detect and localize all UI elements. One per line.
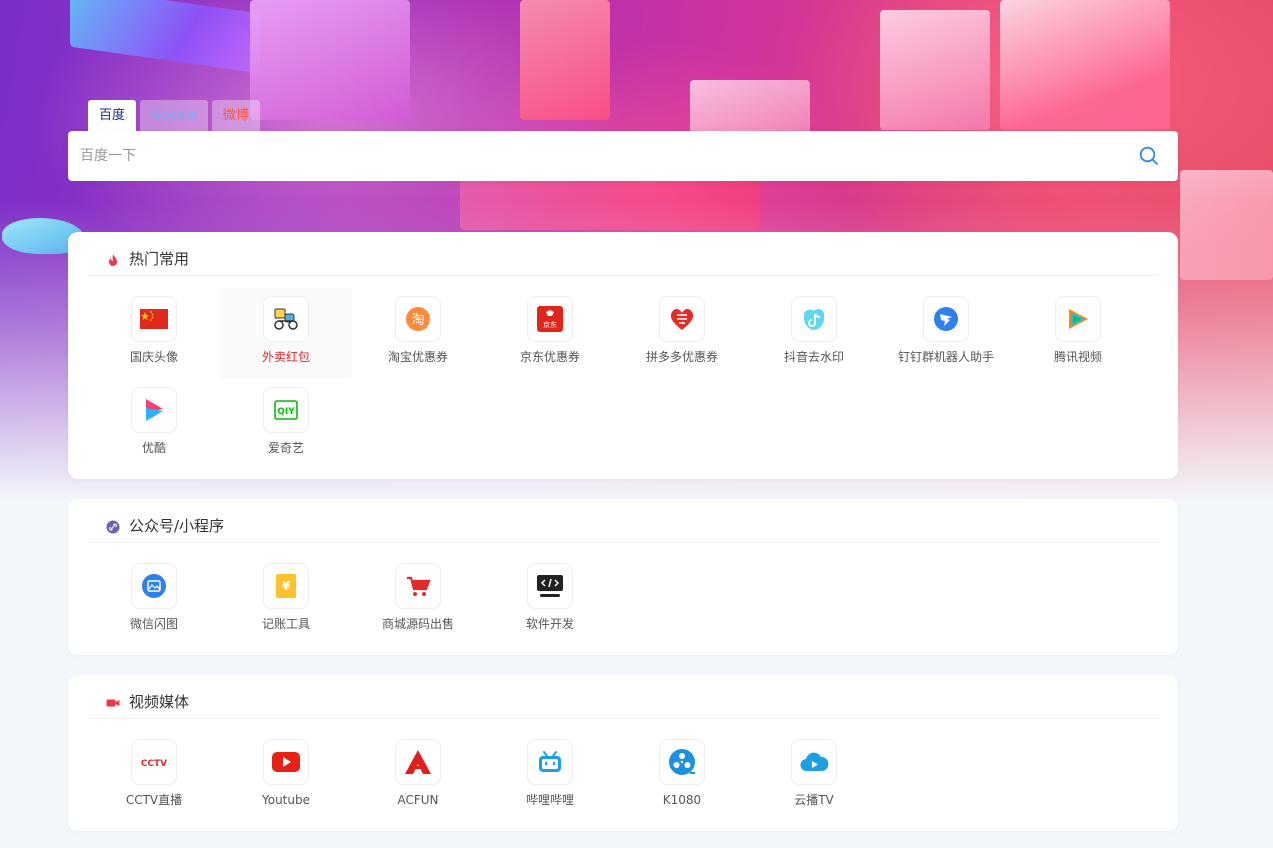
link-grid: 国庆头像 外卖红包 淘 淘宝优惠券 京东 京东优惠券 拼多多优惠券 抖音去水印 … [88,288,1144,470]
banner-decoration [520,0,610,120]
link-label: ACFUN [397,793,439,807]
banner-decoration [880,10,990,130]
link-label: CCTV直播 [125,793,183,807]
link-item-yunbo[interactable]: 云播TV [748,731,880,822]
link-label: 京东优惠券 [519,350,580,364]
section-title: 视频媒体 [129,693,190,711]
video-camera-icon [106,695,120,709]
code-icon [527,563,573,609]
link-item-guoqing[interactable]: 国庆头像 [88,288,220,379]
section-miniprogram: 公众号/小程序 微信闪图 ¥ 记账工具 商城源码出售 软件开发 [68,499,1178,655]
banner-decoration [460,180,760,230]
link-item-k1080[interactable]: K1080 [616,731,748,822]
taobao-icon: 淘 [395,296,441,342]
link-label: 微信闪图 [129,617,178,631]
film-reel-icon [659,739,705,785]
tab-google[interactable]: Google [140,100,208,131]
link-label: 记账工具 [261,617,310,631]
link-label: 云播TV [794,793,834,807]
search-icon[interactable] [1139,146,1159,166]
link-item-pdd[interactable]: 拼多多优惠券 [616,288,748,379]
link-label: 爱奇艺 [267,441,304,455]
svg-text:CCTV: CCTV [141,759,167,769]
link-item-tencent-video[interactable]: 腾讯视频 [1012,288,1144,379]
banner-decoration [250,0,410,120]
link-label: 腾讯视频 [1053,350,1102,364]
link-grid: CCTV CCTV直播 Youtube ACFUN 哔哩哔哩 K1080 云播T… [88,731,1144,822]
svg-text:¥: ¥ [282,579,291,593]
fire-icon [106,252,120,266]
image-icon [131,563,177,609]
svg-text:QIY: QIY [277,407,295,417]
shopping-cart-icon [395,563,441,609]
search-box [68,131,1178,181]
section-video-media: 视频媒体 CCTV CCTV直播 Youtube ACFUN 哔哩哔哩 K108… [68,675,1178,831]
cctv-icon: CCTV [131,739,177,785]
section-title: 热门常用 [129,250,190,268]
banner-decoration [70,0,260,74]
link-item-acfun[interactable]: ACFUN [352,731,484,822]
china-flag-icon [131,296,177,342]
banner-decoration [1180,170,1273,280]
ledger-icon: ¥ [263,563,309,609]
link-label: 软件开发 [525,617,574,631]
section-header: 热门常用 [88,248,1158,276]
link-item-software-dev[interactable]: 软件开发 [484,555,616,646]
link-item-douyin[interactable]: 抖音去水印 [748,288,880,379]
link-label: 商城源码出售 [381,617,454,631]
link-item-bilibili[interactable]: 哔哩哔哩 [484,731,616,822]
link-label: 哔哩哔哩 [525,793,574,807]
link-item-youku[interactable]: 优酷 [88,379,220,470]
search-input[interactable] [80,131,1120,181]
link-label: 拼多多优惠券 [645,350,718,364]
link-item-jizhang[interactable]: ¥ 记账工具 [220,555,352,646]
link-label: 淘宝优惠券 [387,350,448,364]
section-title: 公众号/小程序 [129,517,225,535]
link-label: Youtube [262,793,310,807]
delivery-scooter-icon [263,296,309,342]
link-label: 优酷 [141,441,166,455]
cloud-play-icon [791,739,837,785]
acfun-icon [395,739,441,785]
section-hot: 热门常用 国庆头像 外卖红包 淘 淘宝优惠券 京东 京东优惠券 拼多多优惠券 抖… [68,232,1178,479]
iqiyi-icon: QIY [263,387,309,433]
section-header: 视频媒体 [88,691,1158,719]
link-item-waimai[interactable]: 外卖红包 [220,288,352,379]
link-item-jd[interactable]: 京东 京东优惠券 [484,288,616,379]
link-grid: 微信闪图 ¥ 记账工具 商城源码出售 软件开发 [88,555,1144,646]
link-label: 外卖红包 [261,350,310,364]
dingtalk-icon [923,296,969,342]
jd-icon: 京东 [527,296,573,342]
tencent-video-icon [1055,296,1101,342]
banner-decoration [1000,0,1170,130]
link-item-taobao[interactable]: 淘 淘宝优惠券 [352,288,484,379]
link-label: 抖音去水印 [783,350,844,364]
link-item-dingtalk[interactable]: 钉钉群机器人助手 [880,288,1012,379]
link-item-shop-source[interactable]: 商城源码出售 [352,555,484,646]
link-item-youtube[interactable]: Youtube [220,731,352,822]
svg-text:淘: 淘 [411,313,424,328]
link-item-cctv[interactable]: CCTV CCTV直播 [88,731,220,822]
tab-weibo[interactable]: 微博 [211,100,260,131]
section-header: 公众号/小程序 [88,515,1158,543]
youku-icon [131,387,177,433]
pinduoduo-icon [659,296,705,342]
search-engine-tabs: 百度 Google 微博 [88,100,260,131]
link-item-iqiyi[interactable]: QIY 爱奇艺 [220,379,352,470]
link-label: K1080 [662,793,702,807]
youtube-icon [263,739,309,785]
link-label: 钉钉群机器人助手 [897,350,994,364]
link-item-weixin-shantu[interactable]: 微信闪图 [88,555,220,646]
bilibili-icon [527,739,573,785]
link-icon [106,519,120,534]
douyin-icon [791,296,837,342]
tab-google-label: Google [151,108,197,123]
link-label: 国庆头像 [129,350,178,364]
tab-baidu[interactable]: 百度 [88,100,137,131]
svg-text:京东: 京东 [543,320,557,329]
